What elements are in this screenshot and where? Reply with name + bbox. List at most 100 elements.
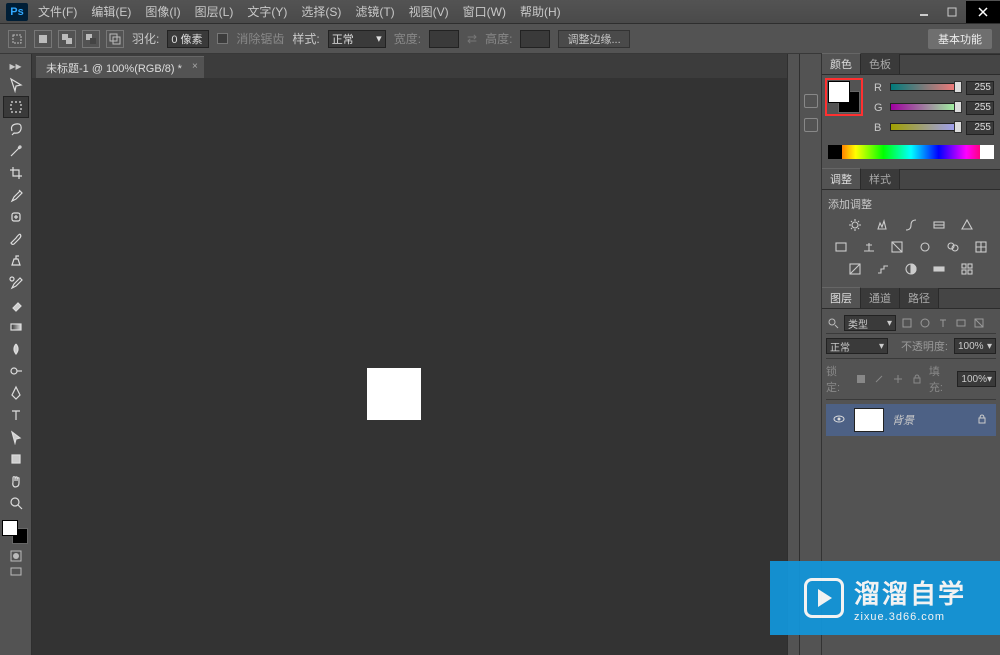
tab-styles[interactable]: 样式 <box>861 169 900 189</box>
menu-image[interactable]: 图像(I) <box>145 3 180 20</box>
feather-input[interactable]: 0 像素 <box>167 30 209 48</box>
close-tab-icon[interactable]: × <box>192 61 198 72</box>
gradient-tool[interactable] <box>3 316 29 338</box>
tab-channels[interactable]: 通道 <box>861 288 900 308</box>
color-panel-swatch[interactable] <box>828 81 860 113</box>
crop-tool[interactable] <box>3 162 29 184</box>
select-new-icon[interactable] <box>34 30 52 48</box>
screenmode-icon[interactable] <box>3 564 29 580</box>
filter-kind-icon[interactable] <box>826 316 840 330</box>
zoom-tool[interactable] <box>3 492 29 514</box>
refine-edge-button[interactable]: 调整边缘... <box>558 30 629 48</box>
close-button[interactable] <box>966 1 1000 23</box>
hue-icon[interactable] <box>832 238 850 256</box>
menu-view[interactable]: 视图(V) <box>409 3 449 20</box>
selective-color-icon[interactable] <box>958 260 976 278</box>
color-lookup-icon[interactable] <box>972 238 990 256</box>
curves-icon[interactable] <box>902 216 920 234</box>
tab-color[interactable]: 颜色 <box>822 53 861 74</box>
channel-mixer-icon[interactable] <box>944 238 962 256</box>
foreground-color-swatch[interactable] <box>2 520 18 536</box>
filter-type-select[interactable]: 类型▾ <box>844 315 896 331</box>
visibility-icon[interactable] <box>832 412 846 429</box>
color-swatches[interactable] <box>2 520 30 548</box>
lock-transparent-icon[interactable] <box>855 372 868 386</box>
filter-shape-icon[interactable] <box>954 316 968 330</box>
canvas[interactable] <box>367 368 421 420</box>
posterize-icon[interactable] <box>874 260 892 278</box>
blend-mode-select[interactable]: 正常▾ <box>826 338 888 354</box>
color-spectrum[interactable] <box>828 145 994 159</box>
marquee-tool[interactable] <box>3 96 29 118</box>
brightness-icon[interactable] <box>846 216 864 234</box>
workspace-basic-button[interactable]: 基本功能 <box>928 29 992 49</box>
menu-edit[interactable]: 编辑(E) <box>91 3 131 20</box>
clone-stamp-tool[interactable] <box>3 250 29 272</box>
history-brush-tool[interactable] <box>3 272 29 294</box>
foreground-swatch-icon[interactable] <box>828 81 850 103</box>
document-tab[interactable]: 未标题-1 @ 100%(RGB/8) * × <box>36 56 204 78</box>
filter-pixel-icon[interactable] <box>900 316 914 330</box>
menu-help[interactable]: 帮助(H) <box>520 3 561 20</box>
quickmask-icon[interactable] <box>3 548 29 564</box>
r-value[interactable]: 255 <box>966 81 994 95</box>
swap-wh-icon[interactable]: ⇄ <box>467 32 477 46</box>
shape-tool[interactable] <box>3 448 29 470</box>
dock-icon[interactable] <box>804 118 818 132</box>
photo-filter-icon[interactable] <box>916 238 934 256</box>
layer-row[interactable]: 背景 <box>826 404 996 436</box>
select-intersect-icon[interactable] <box>106 30 124 48</box>
eraser-tool[interactable] <box>3 294 29 316</box>
dodge-tool[interactable] <box>3 360 29 382</box>
lasso-tool[interactable] <box>3 118 29 140</box>
r-slider[interactable] <box>890 83 960 93</box>
menu-filter[interactable]: 滤镜(T) <box>355 3 394 20</box>
filter-adjust-icon[interactable] <box>918 316 932 330</box>
levels-icon[interactable] <box>874 216 892 234</box>
canvas-area[interactable] <box>32 78 787 655</box>
fill-value[interactable]: 100%▾ <box>957 371 996 387</box>
threshold-icon[interactable] <box>902 260 920 278</box>
minimize-button[interactable] <box>910 1 938 23</box>
tab-paths[interactable]: 路径 <box>900 288 939 308</box>
vibrance-icon[interactable] <box>958 216 976 234</box>
opacity-value[interactable]: 100%▾ <box>954 338 996 354</box>
blur-tool[interactable] <box>3 338 29 360</box>
lock-position-icon[interactable] <box>892 372 905 386</box>
move-tool[interactable] <box>3 74 29 96</box>
layer-name[interactable]: 背景 <box>892 412 968 428</box>
menu-layer[interactable]: 图层(L) <box>195 3 234 20</box>
select-add-icon[interactable] <box>58 30 76 48</box>
select-subtract-icon[interactable] <box>82 30 100 48</box>
color-balance-icon[interactable] <box>860 238 878 256</box>
tab-adjustments[interactable]: 调整 <box>822 168 861 189</box>
lock-all-icon[interactable] <box>910 372 923 386</box>
tab-swatches[interactable]: 色板 <box>861 54 900 74</box>
brush-tool[interactable] <box>3 228 29 250</box>
tab-layers[interactable]: 图层 <box>822 287 861 308</box>
toolbox-grip-icon[interactable]: ▸▸ <box>3 58 29 74</box>
layer-thumbnail[interactable] <box>854 408 884 432</box>
hand-tool[interactable] <box>3 470 29 492</box>
menu-window[interactable]: 窗口(W) <box>463 3 506 20</box>
magic-wand-tool[interactable] <box>3 140 29 162</box>
healing-brush-tool[interactable] <box>3 206 29 228</box>
invert-icon[interactable] <box>846 260 864 278</box>
bw-icon[interactable] <box>888 238 906 256</box>
pen-tool[interactable] <box>3 382 29 404</box>
filter-smart-icon[interactable] <box>972 316 986 330</box>
type-tool[interactable] <box>3 404 29 426</box>
tool-preset-icon[interactable] <box>8 30 26 48</box>
lock-image-icon[interactable] <box>873 372 886 386</box>
exposure-icon[interactable] <box>930 216 948 234</box>
dock-icon[interactable] <box>804 94 818 108</box>
menu-select[interactable]: 选择(S) <box>301 3 341 20</box>
b-slider[interactable] <box>890 123 960 133</box>
gradient-map-icon[interactable] <box>930 260 948 278</box>
b-value[interactable]: 255 <box>966 121 994 135</box>
style-select[interactable]: 正常▾ <box>328 30 386 48</box>
eyedropper-tool[interactable] <box>3 184 29 206</box>
antialias-checkbox[interactable] <box>217 33 228 44</box>
g-value[interactable]: 255 <box>966 101 994 115</box>
path-select-tool[interactable] <box>3 426 29 448</box>
